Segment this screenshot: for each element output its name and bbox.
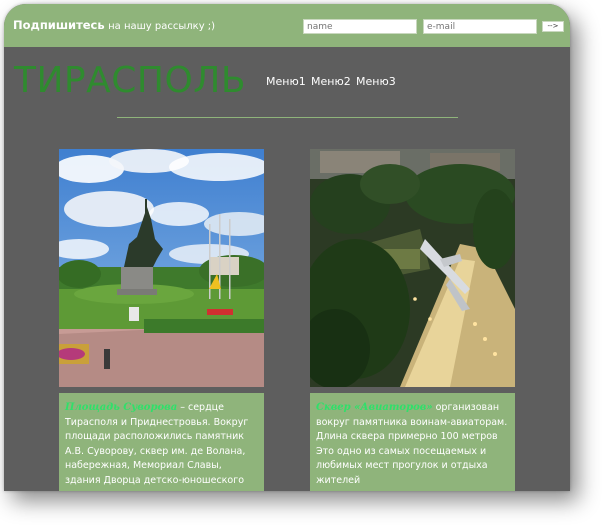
name-input[interactable] <box>303 19 417 34</box>
site-logo[interactable]: ТИРАСПОЛЬ <box>14 59 246 103</box>
subscribe-bar: Подпишитесь на нашу рассылку ;) --> <box>4 4 570 47</box>
card-title[interactable]: Сквер «Авиаторов» <box>316 402 433 413</box>
aviators-square-card: Сквер «Авиаторов» организован вокруг пам… <box>310 393 515 491</box>
subscribe-subtitle: на нашу рассылку ;) <box>108 21 216 32</box>
suvorov-square-photo <box>59 149 264 387</box>
card-text: – сердце Тирасполя и Приднестровья. Вокр… <box>65 402 249 486</box>
card-title[interactable]: Площадь Суворова <box>65 402 177 413</box>
card-text: организован вокруг памятника воинам-авиа… <box>316 402 508 486</box>
suvorov-square-card: Площадь Суворова – сердце Тирасполя и Пр… <box>59 393 264 491</box>
subscribe-submit-button[interactable]: --> <box>542 21 564 32</box>
aviators-square-photo <box>310 149 515 387</box>
nav-menu-1[interactable]: Меню1 <box>266 75 306 88</box>
nav-menu-2[interactable]: Меню2 <box>311 75 351 88</box>
browser-page: Подпишитесь на нашу рассылку ;) --> ТИРА… <box>4 4 570 491</box>
email-input[interactable] <box>423 19 537 34</box>
subscribe-title: Подпишитесь <box>13 18 105 32</box>
nav-menu-3[interactable]: Меню3 <box>356 75 396 88</box>
subscribe-text: Подпишитесь на нашу рассылку ;) <box>13 18 215 32</box>
header-divider <box>117 117 458 118</box>
